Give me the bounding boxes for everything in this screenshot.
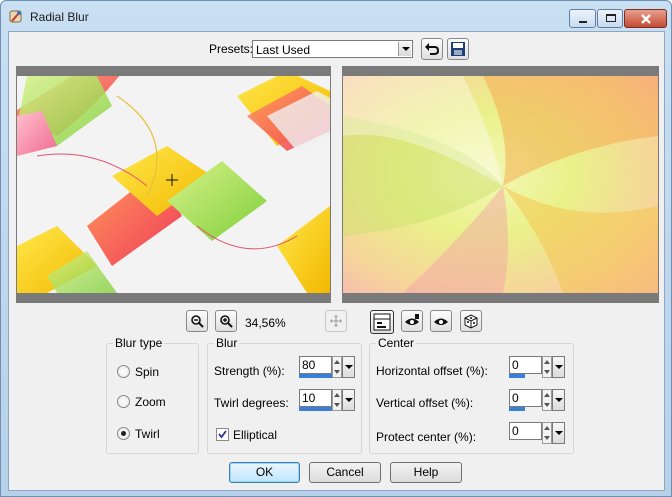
app-icon [8,9,24,25]
twirl-degrees-value: 10 [302,391,316,405]
zoom-in-icon [220,315,233,328]
eye-lock-icon [405,314,419,325]
protect-center-up-down[interactable] [542,422,552,444]
toggle-preview-button[interactable] [370,310,394,334]
twirl-degrees-dropdown[interactable] [342,389,355,411]
protect-center-dropdown[interactable] [552,422,565,444]
strength-up-down[interactable] [332,356,342,378]
dialog-client: Presets: Last Used 34,56% Blur type Spin… [8,31,665,491]
randomize-button[interactable] [460,310,482,332]
blur-title: Blur [214,336,240,350]
floppy-disk-icon [451,42,465,56]
undo-arrow-icon [425,43,440,55]
vertical-offset-spinner[interactable]: 0 [509,389,566,411]
horizontal-offset-label: Horizontal offset (%): [376,364,488,378]
strength-slider[interactable] [299,374,332,378]
strength-input[interactable]: 80 [299,356,332,374]
original-image [17,76,330,293]
preview-window-icon [373,313,391,331]
window-title: Radial Blur [30,10,89,24]
protect-center-spinner[interactable]: 0 [509,422,566,444]
close-button[interactable] [624,9,667,28]
vertical-offset-slider[interactable] [509,407,525,411]
vertical-offset-input[interactable]: 0 [509,389,542,407]
twirl-degrees-input[interactable]: 10 [299,389,332,407]
dialog-window: Radial Blur Presets: Last Used 34,56% Bl… [0,0,672,497]
protect-center-value: 0 [512,424,519,438]
dice-icon [464,314,478,329]
zoom-level: 34,56% [245,316,286,330]
eye-icon [434,318,448,325]
original-preview[interactable] [16,66,331,303]
twirl-degrees-label: Twirl degrees: [214,396,289,410]
spin-radio[interactable] [117,365,130,378]
protect-center-input[interactable]: 0 [509,422,542,440]
close-icon [641,14,651,24]
ok-button[interactable]: OK [229,462,300,483]
zoom-label[interactable]: Zoom [135,395,166,409]
twirl-label[interactable]: Twirl [135,427,160,441]
strength-spinner[interactable]: 80 [299,356,356,378]
zoom-in-button[interactable] [215,310,237,332]
minimize-button[interactable] [569,9,596,28]
center-title: Center [376,336,417,350]
twirl-degrees-up-down[interactable] [332,389,342,411]
twirl-degrees-spinner[interactable]: 10 [299,389,356,411]
strength-dropdown[interactable] [342,356,355,378]
center-group: Center Horizontal offset (%): 0 Vertical… [369,336,574,454]
maximize-button[interactable] [597,9,623,28]
move-icon [330,315,342,327]
presets-value: Last Used [256,43,311,57]
vertical-offset-up-down[interactable] [542,389,552,411]
blur-type-group: Blur type Spin Zoom Twirl [106,336,199,454]
twirl-degrees-slider[interactable] [299,407,332,411]
protect-center-label: Protect center (%): [376,430,477,444]
reset-preset-button[interactable] [421,38,443,60]
strength-label: Strength (%): [214,364,285,378]
maximize-icon [606,14,616,22]
elliptical-checkbox[interactable] [216,428,229,441]
presets-combo[interactable]: Last Used [252,40,413,58]
horizontal-offset-up-down[interactable] [542,356,552,378]
vertical-offset-value: 0 [512,391,519,405]
twirl-radio[interactable] [117,427,130,440]
blur-group: Blur Strength (%): 80 Twirl degrees: 10 … [207,336,362,454]
proof-button[interactable] [401,310,423,332]
strength-value: 80 [302,358,316,372]
horizontal-offset-dropdown[interactable] [552,356,565,378]
horizontal-offset-input[interactable]: 0 [509,356,542,374]
minimize-icon [579,21,587,23]
zoom-out-button[interactable] [186,310,208,332]
vertical-offset-label: Vertical offset (%): [376,396,474,410]
horizontal-offset-spinner[interactable]: 0 [509,356,566,378]
zoom-radio[interactable] [117,395,130,408]
presets-label: Presets: [209,42,254,56]
checkmark-icon [218,430,227,439]
horizontal-offset-value: 0 [512,358,519,372]
spin-label[interactable]: Spin [135,365,159,379]
chevron-down-icon[interactable] [398,42,411,56]
title-bar[interactable]: Radial Blur [1,1,671,31]
save-preset-button[interactable] [447,38,469,60]
horizontal-offset-slider[interactable] [509,374,525,378]
auto-proof-button[interactable] [430,310,452,332]
result-preview[interactable] [342,66,659,303]
pan-button[interactable] [325,310,347,332]
result-image [343,76,658,293]
elliptical-label[interactable]: Elliptical [233,428,277,442]
help-button[interactable]: Help [390,462,462,483]
cancel-button[interactable]: Cancel [309,462,381,483]
blur-type-title: Blur type [113,336,165,350]
zoom-out-icon [191,315,204,328]
vertical-offset-dropdown[interactable] [552,389,565,411]
